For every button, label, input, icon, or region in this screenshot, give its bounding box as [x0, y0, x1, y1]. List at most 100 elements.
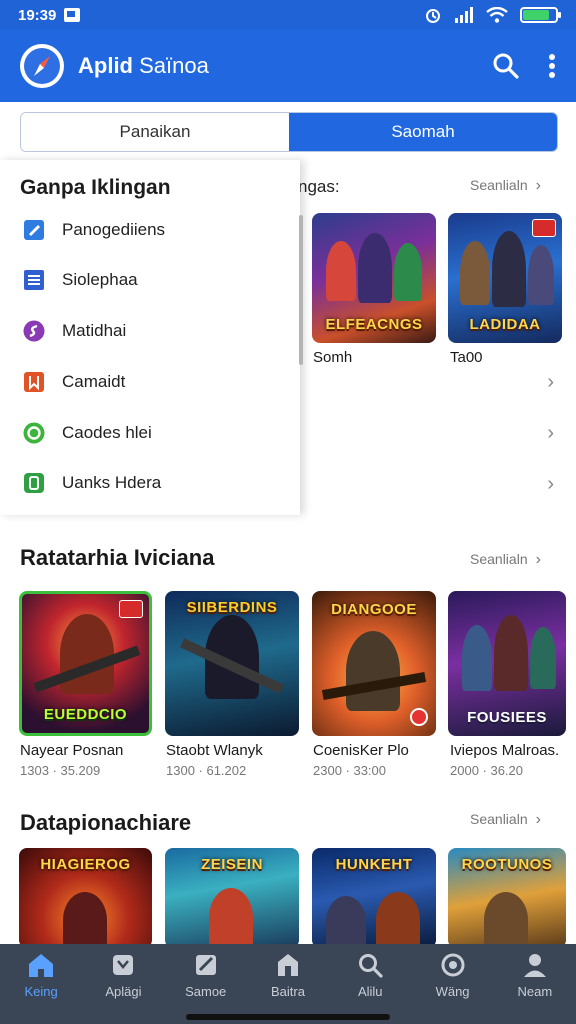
game-logo-text: ROOTUNOS: [461, 856, 553, 873]
game-logo-text: ZEISEIN: [201, 856, 263, 873]
wifi-icon: [486, 7, 508, 23]
hot-badge: [532, 219, 556, 237]
game-thumbnail: LADIDAA: [448, 213, 562, 343]
game-thumbnail: DIANGOOE: [312, 591, 436, 736]
game-card[interactable]: DIANGOOE: [312, 591, 436, 736]
game-name: Iviepos Malroas.: [450, 742, 560, 759]
see-all-link[interactable]: Seanlialn ›: [470, 177, 541, 195]
nav-item-discover[interactable]: Wäng: [411, 952, 493, 1024]
chevron-right-icon[interactable]: ›: [547, 473, 554, 496]
game-logo-text: DIANGOOE: [331, 601, 417, 618]
notification-icon: [64, 8, 81, 22]
drawer-item-label: Camaidt: [62, 372, 126, 391]
app-title: Aplid Saïnoa: [78, 53, 209, 79]
game-logo-text: EUEDDCIO: [43, 706, 128, 723]
discover-icon: [441, 953, 465, 977]
game-card[interactable]: FOUSIEES: [448, 591, 566, 736]
games-icon: [195, 955, 216, 975]
profile-icon: [523, 954, 546, 977]
game-logo-text: ELFEACNGS: [325, 316, 423, 333]
chevron-right-icon: ›: [535, 177, 541, 194]
game-name: CoenisKer Plo: [313, 742, 409, 759]
drawer-item-label: Caodes hlei: [62, 423, 152, 442]
store-icon: [277, 954, 298, 976]
scrollbar[interactable]: [299, 215, 303, 365]
tab-saomah[interactable]: Saomah: [289, 113, 557, 151]
chevron-right-icon[interactable]: ›: [547, 422, 554, 445]
drawer-item-label: Matidhai: [62, 321, 127, 340]
drawer-item-label: Uanks Hdera: [62, 473, 162, 492]
drawer-item-siolephaa[interactable]: Siolephaa: [22, 264, 282, 296]
game-card[interactable]: LADIDAA: [448, 213, 562, 343]
list-icon: [22, 268, 46, 292]
side-drawer: Ganpa Iklingan Panogediiens Siolephaa Ma…: [0, 160, 300, 515]
section-header-fragment: ngas:: [298, 177, 340, 196]
game-thumbnail: HIAGIEROG: [19, 848, 152, 948]
game-card[interactable]: HIAGIEROG: [19, 848, 152, 948]
nav-label: Neam: [517, 984, 553, 999]
game-card[interactable]: SIIBERDINS: [165, 591, 299, 736]
drawer-title: Ganpa Iklingan: [20, 176, 171, 199]
game-meta: 1300 · 61.202: [166, 763, 247, 778]
game-meta: 2000 · 36.20: [450, 763, 524, 778]
see-all-link[interactable]: Seanlialn ›: [470, 551, 541, 569]
home-icon: [29, 954, 54, 977]
section-title: Datapionachiare: [20, 810, 192, 835]
game-meta: 1303 · 35.209: [20, 763, 101, 778]
home-indicator[interactable]: [186, 1014, 390, 1020]
bottom-navigation: Keing Aplägi Samoe Baitra Alilu Wäng Nea…: [0, 944, 576, 1024]
drawer-item-panogediiens[interactable]: Panogediiens: [22, 214, 282, 246]
drawer-item-label: Siolephaa: [62, 270, 138, 289]
see-all-label: Seanlialn: [470, 177, 528, 193]
drawer-item-label: Panogediiens: [62, 220, 166, 239]
nav-label: Baitra: [271, 984, 305, 999]
game-card[interactable]: HUNKEHT: [312, 848, 436, 948]
see-all-label: Seanlialn: [470, 811, 528, 827]
game-card[interactable]: EUEDDCIO: [19, 591, 152, 736]
signal-icon: [455, 7, 473, 23]
bookmark-icon: [22, 370, 46, 394]
search-icon[interactable]: [492, 52, 520, 80]
see-all-link[interactable]: Seanlialn ›: [470, 811, 541, 829]
game-thumbnail: EUEDDCIO: [19, 591, 152, 736]
game-logo-text: HUNKEHT: [335, 856, 413, 873]
status-bar: 19:39: [0, 0, 576, 30]
live-badge: [410, 708, 428, 726]
game-card[interactable]: ELFEACNGS: [312, 213, 436, 343]
status-time: 19:39: [18, 6, 57, 24]
game-thumbnail: FOUSIEES: [448, 591, 566, 736]
hot-badge: [119, 600, 143, 618]
nav-label: Wäng: [435, 984, 470, 999]
nav-item-home[interactable]: Keing: [0, 952, 82, 1024]
game-logo-text: HIAGIEROG: [40, 856, 131, 873]
app-title-main: Aplid: [78, 53, 133, 78]
tab-panaikan[interactable]: Panaikan: [21, 113, 289, 151]
drawer-item-matidhai[interactable]: Matidhai: [22, 315, 282, 347]
game-name: Somh: [313, 349, 353, 366]
game-thumbnail: SIIBERDINS: [165, 591, 299, 736]
nav-item-profile[interactable]: Neam: [494, 952, 576, 1024]
nav-label: Samoe: [185, 984, 227, 999]
apps-icon: [113, 955, 134, 975]
nav-item-apps[interactable]: Aplägi: [82, 952, 164, 1024]
drawer-item-camaidt[interactable]: Camaidt: [22, 366, 282, 398]
game-card[interactable]: ZEISEIN: [165, 848, 299, 948]
circle-icon: [22, 421, 46, 445]
game-thumbnail: HUNKEHT: [312, 848, 436, 948]
game-card[interactable]: ROOTUNOS: [448, 848, 566, 948]
game-meta: 2300 · 33:00: [313, 763, 387, 778]
nav-label: Aplägi: [105, 984, 142, 999]
see-all-label: Seanlialn: [470, 551, 528, 567]
phone-icon: [22, 471, 46, 495]
search-icon: [359, 954, 383, 978]
chevron-right-icon: ›: [535, 811, 541, 828]
battery-icon: [520, 7, 561, 23]
drawer-item-uanks-hdera[interactable]: Uanks Hdera: [22, 467, 282, 499]
chevron-right-icon[interactable]: ›: [547, 371, 554, 394]
section-title: Ratatarhia Iviciana: [20, 545, 215, 570]
app-bar: Aplid Saïnoa: [0, 30, 576, 102]
game-logo-text: FOUSIEES: [467, 709, 547, 726]
swap-icon: [22, 319, 46, 343]
more-vert-icon[interactable]: [548, 53, 556, 79]
drawer-item-caodes-hlei[interactable]: Caodes hlei: [22, 417, 282, 449]
